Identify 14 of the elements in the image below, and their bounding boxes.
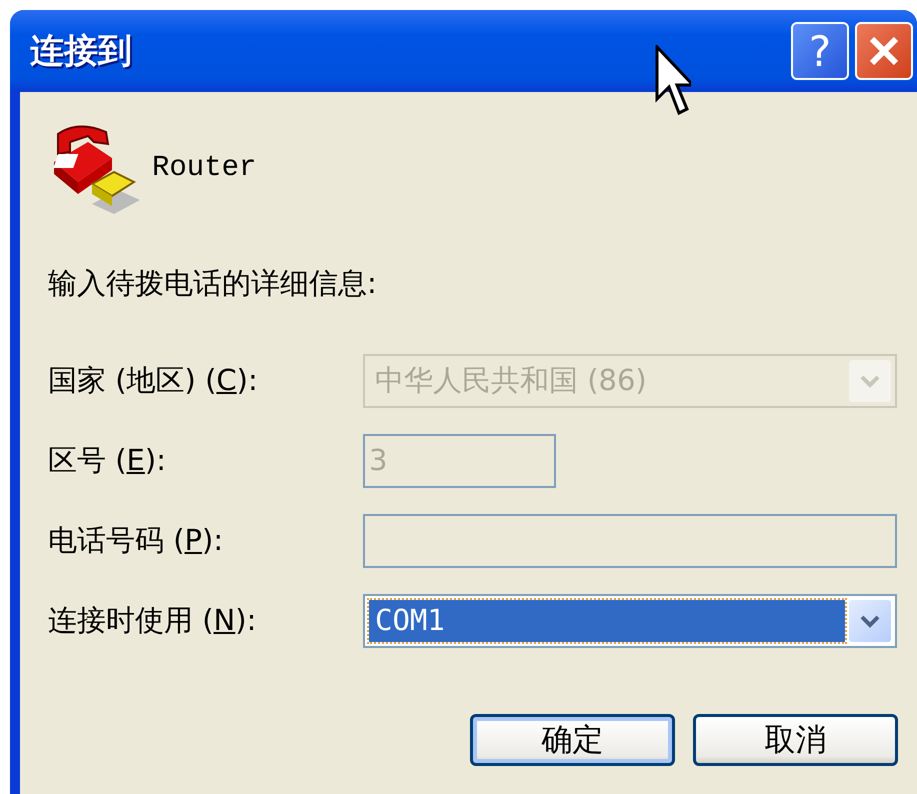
- help-button[interactable]: ?: [791, 22, 849, 80]
- field-label: 连接时使用 (N):: [48, 602, 258, 639]
- window-title: 连接到: [30, 30, 132, 72]
- dropdown-field[interactable]: COM1: [363, 594, 897, 648]
- ok-button[interactable]: 确定: [470, 714, 675, 766]
- cancel-button[interactable]: 取消: [693, 714, 898, 766]
- field-label: 电话号码 (P):: [48, 522, 224, 559]
- instruction-text: 输入待拨电话的详细信息:: [48, 265, 378, 302]
- field-label: 区号 (E):: [48, 442, 167, 479]
- close-button[interactable]: [855, 22, 913, 80]
- entry-name: Router: [152, 150, 256, 186]
- cursor-icon: [655, 45, 691, 117]
- close-icon: [867, 34, 901, 68]
- field-label: 国家 (地区) (C):: [48, 362, 259, 399]
